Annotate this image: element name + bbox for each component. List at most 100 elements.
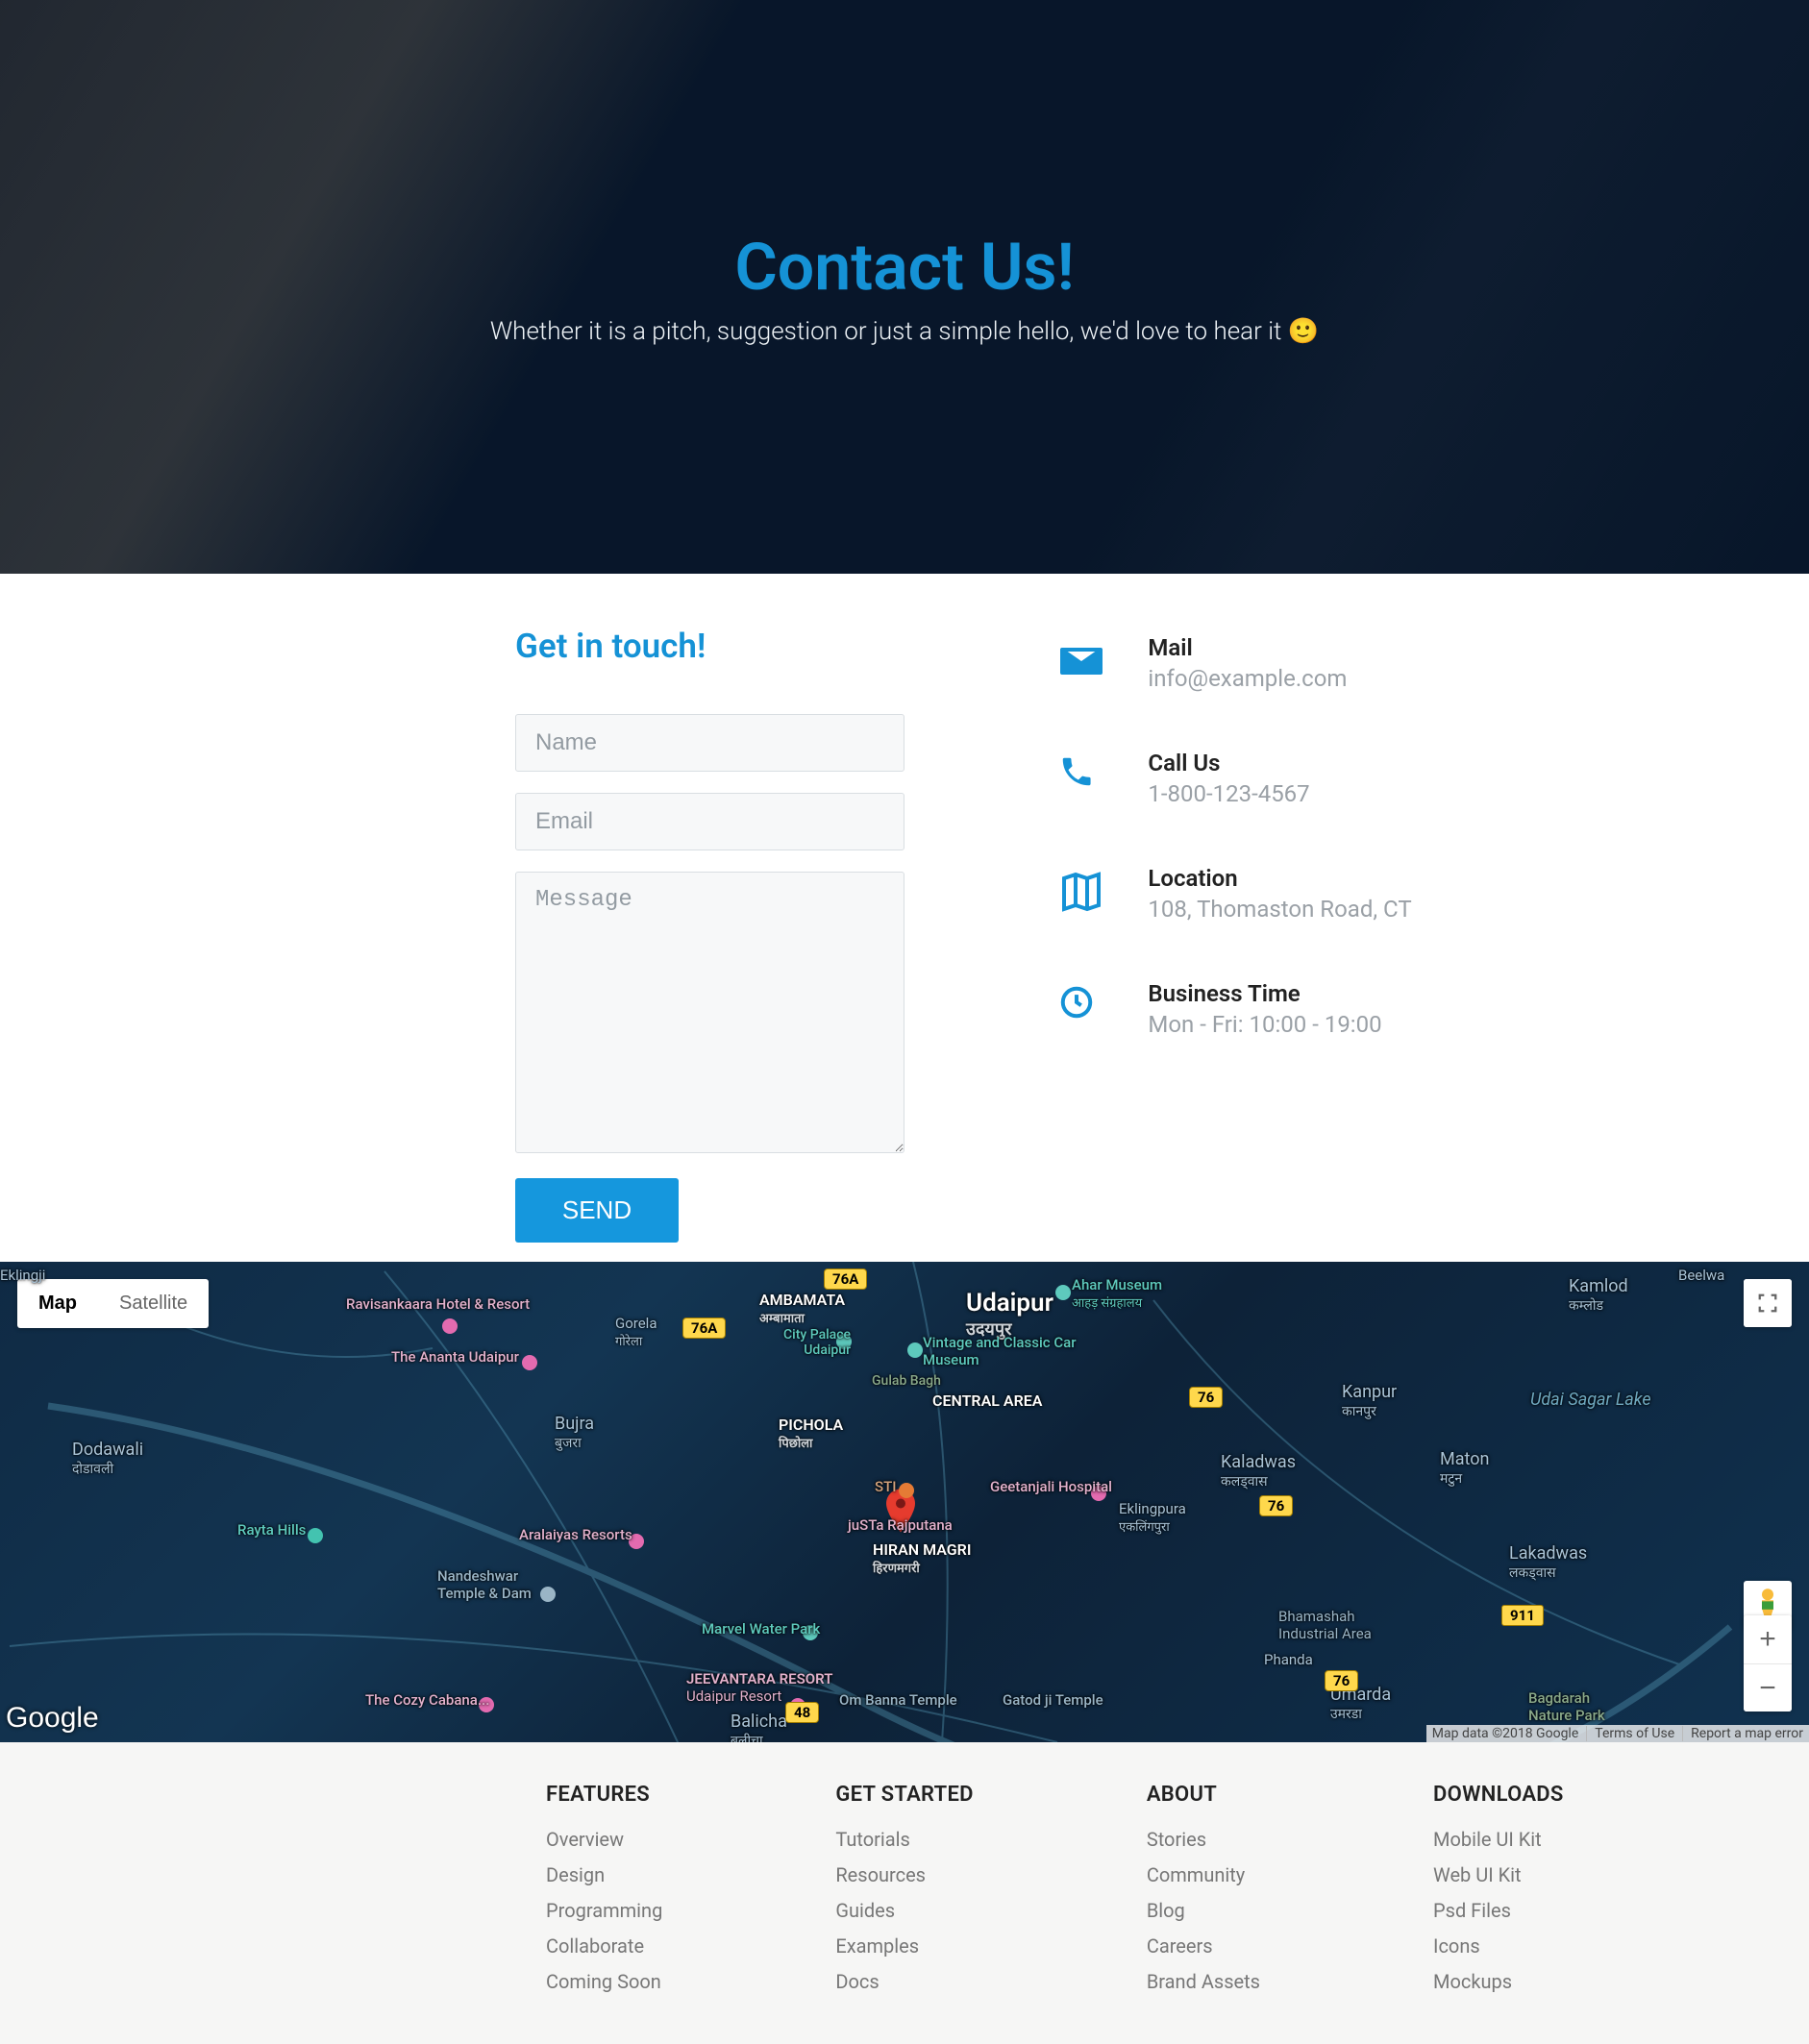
name-input[interactable] <box>515 714 904 772</box>
poi-justa[interactable]: juSTa Rajputana <box>848 1516 953 1534</box>
map-area-central: CENTRAL AREA <box>932 1391 1042 1410</box>
poi-vcar[interactable]: Vintage and Classic Car Museum <box>923 1334 1086 1368</box>
clock-icon <box>1058 984 1095 1021</box>
map-tab-satellite[interactable]: Satellite <box>98 1279 209 1328</box>
info-hours-value: Mon - Fri: 10:00 - 19:00 <box>1148 1011 1381 1038</box>
poi-ombanna[interactable]: Om Banna Temple <box>839 1691 957 1709</box>
poi-jeevantara[interactable]: JEEVANTARA RESORT Udaipur Resort <box>686 1670 832 1705</box>
footer-link[interactable]: Stories <box>1147 1828 1260 1851</box>
map-city-label: Udaipur उदयपुर <box>966 1289 1053 1341</box>
poi-sti[interactable]: STI <box>875 1478 896 1495</box>
poi-geetanjali[interactable]: Geetanjali Hospital <box>990 1478 1112 1495</box>
info-location: Location 108, Thomaston Road, CT <box>1058 865 1630 923</box>
footer-heading: ABOUT <box>1147 1783 1260 1807</box>
poi-ananta[interactable]: The Ananta Udaipur <box>391 1348 519 1366</box>
footer-link[interactable]: Brand Assets <box>1147 1970 1260 1993</box>
zoom-out-button[interactable]: − <box>1744 1663 1792 1712</box>
info-location-title: Location <box>1148 865 1411 892</box>
poi-ravisankaara[interactable]: Ravisankaara Hotel & Resort <box>346 1295 530 1313</box>
poi-dot[interactable] <box>1055 1285 1071 1300</box>
footer-link[interactable]: Coming Soon <box>546 1970 662 1993</box>
poi-dot[interactable] <box>540 1587 556 1602</box>
map-icon <box>1058 869 1104 915</box>
google-logo: Google <box>6 1702 99 1735</box>
poi-gulabbagh[interactable]: Gulab Bagh <box>872 1373 941 1389</box>
footer-col-about: ABOUT Stories Community Blog Careers Bra… <box>1147 1783 1260 2006</box>
map-place-maton: Maton मटुन <box>1440 1449 1489 1488</box>
poi-bagdarah[interactable]: Bagdarah Nature Park <box>1528 1689 1605 1724</box>
poi-nandeshwar[interactable]: Nandeshwar Temple & Dam <box>437 1567 532 1602</box>
info-hours: Business Time Mon - Fri: 10:00 - 19:00 <box>1058 980 1630 1038</box>
phone-icon <box>1058 753 1095 790</box>
footer-col-downloads: DOWNLOADS Mobile UI Kit Web UI Kit Psd F… <box>1433 1783 1564 2006</box>
map-attr-report[interactable]: Report a map error <box>1691 1726 1803 1741</box>
map-attr-data: Map data ©2018 Google <box>1432 1726 1588 1741</box>
footer-heading: FEATURES <box>546 1783 662 1807</box>
page-title: Contact Us! <box>734 229 1074 306</box>
poi-dot[interactable] <box>522 1355 537 1370</box>
fullscreen-button[interactable] <box>1744 1279 1792 1327</box>
map-place-kanpur: Kanpur कानपुर <box>1342 1382 1397 1420</box>
poi-dot[interactable] <box>899 1483 914 1498</box>
contact-info-column: Mail info@example.com Call Us 1-800-123-… <box>962 627 1630 1243</box>
info-mail-value: info@example.com <box>1148 665 1347 692</box>
footer-link[interactable]: Docs <box>835 1970 973 1993</box>
footer-link[interactable]: Careers <box>1147 1934 1260 1958</box>
map-section[interactable]: Map Satellite + − Udaipur उदयपुर AMBAMAT… <box>0 1262 1809 1742</box>
poi-bhamashah[interactable]: Bhamashah Industrial Area <box>1278 1608 1372 1642</box>
footer-link[interactable]: Blog <box>1147 1899 1260 1922</box>
footer-link[interactable]: Programming <box>546 1899 662 1922</box>
zoom-in-button[interactable]: + <box>1744 1615 1792 1663</box>
footer-heading: DOWNLOADS <box>1433 1783 1564 1807</box>
map-area-ambamata: AMBAMATA अम्बामाता <box>759 1291 845 1326</box>
form-heading: Get in touch! <box>515 627 904 666</box>
map-area-pichola: PICHOLA पिछोला <box>779 1416 843 1451</box>
route-shield: 76 <box>1259 1495 1293 1516</box>
poi-cozy[interactable]: The Cozy Cabana... <box>365 1691 489 1709</box>
map-tab-map[interactable]: Map <box>17 1279 98 1328</box>
footer-link[interactable]: Mockups <box>1433 1970 1564 1993</box>
footer-link[interactable]: Design <box>546 1863 662 1886</box>
footer-link[interactable]: Icons <box>1433 1934 1564 1958</box>
email-input[interactable] <box>515 793 904 850</box>
info-call: Call Us 1-800-123-4567 <box>1058 750 1630 807</box>
contact-form-column: Get in touch! SEND <box>179 627 962 1243</box>
poi-dot[interactable] <box>308 1528 323 1543</box>
poi-aralaiyas[interactable]: Aralaiyas Resorts <box>519 1526 632 1543</box>
footer-link[interactable]: Collaborate <box>546 1934 662 1958</box>
map-lake-label: Udai Sagar Lake <box>1530 1390 1651 1410</box>
poi-rayta[interactable]: Rayta Hills <box>237 1521 306 1539</box>
footer-link[interactable]: Resources <box>835 1863 973 1886</box>
poi-gatodji[interactable]: Gatod ji Temple <box>1003 1691 1103 1709</box>
mail-icon <box>1058 638 1104 684</box>
info-call-title: Call Us <box>1148 750 1309 776</box>
footer-link[interactable]: Examples <box>835 1934 973 1958</box>
message-input[interactable] <box>515 872 904 1153</box>
route-shield: 48 <box>785 1702 819 1723</box>
fullscreen-icon[interactable] <box>1744 1279 1792 1327</box>
poi-dot[interactable] <box>442 1318 458 1334</box>
footer-link[interactable]: Overview <box>546 1828 662 1851</box>
send-button[interactable]: SEND <box>515 1178 679 1243</box>
footer-link[interactable]: Guides <box>835 1899 973 1922</box>
footer-link[interactable]: Mobile UI Kit <box>1433 1828 1564 1851</box>
footer-link[interactable]: Community <box>1147 1863 1260 1886</box>
poi-city-palace[interactable]: City Palace Udaipur <box>783 1327 851 1358</box>
poi-gorela: Gorela गोरेला <box>615 1315 657 1349</box>
page-subtitle: Whether it is a pitch, suggestion or jus… <box>490 317 1319 346</box>
poi-dot[interactable] <box>907 1342 923 1358</box>
map-place-kamlod: Kamlod कम्लोड <box>1569 1276 1628 1315</box>
footer-link[interactable]: Psd Files <box>1433 1899 1564 1922</box>
info-hours-title: Business Time <box>1148 980 1381 1007</box>
contact-section: Get in touch! SEND Mail info@example.com <box>179 574 1630 1262</box>
footer-link[interactable]: Tutorials <box>835 1828 973 1851</box>
map-attr-terms[interactable]: Terms of Use <box>1595 1726 1683 1741</box>
poi-marvel[interactable]: Marvel Water Park <box>702 1620 820 1638</box>
route-shield: 76A <box>824 1268 867 1290</box>
map-area-hiran: HIRAN MAGRI हिरणमगरी <box>873 1540 971 1576</box>
footer-heading: GET STARTED <box>835 1783 973 1807</box>
map-place-balicha: Balicha बलीचा <box>731 1712 787 1742</box>
map-attribution: Map data ©2018 Google Terms of Use Repor… <box>1426 1725 1809 1742</box>
poi-ahar[interactable]: Ahar Museum आहड़ संग्रहालय <box>1072 1276 1162 1311</box>
footer-link[interactable]: Web UI Kit <box>1433 1863 1564 1886</box>
